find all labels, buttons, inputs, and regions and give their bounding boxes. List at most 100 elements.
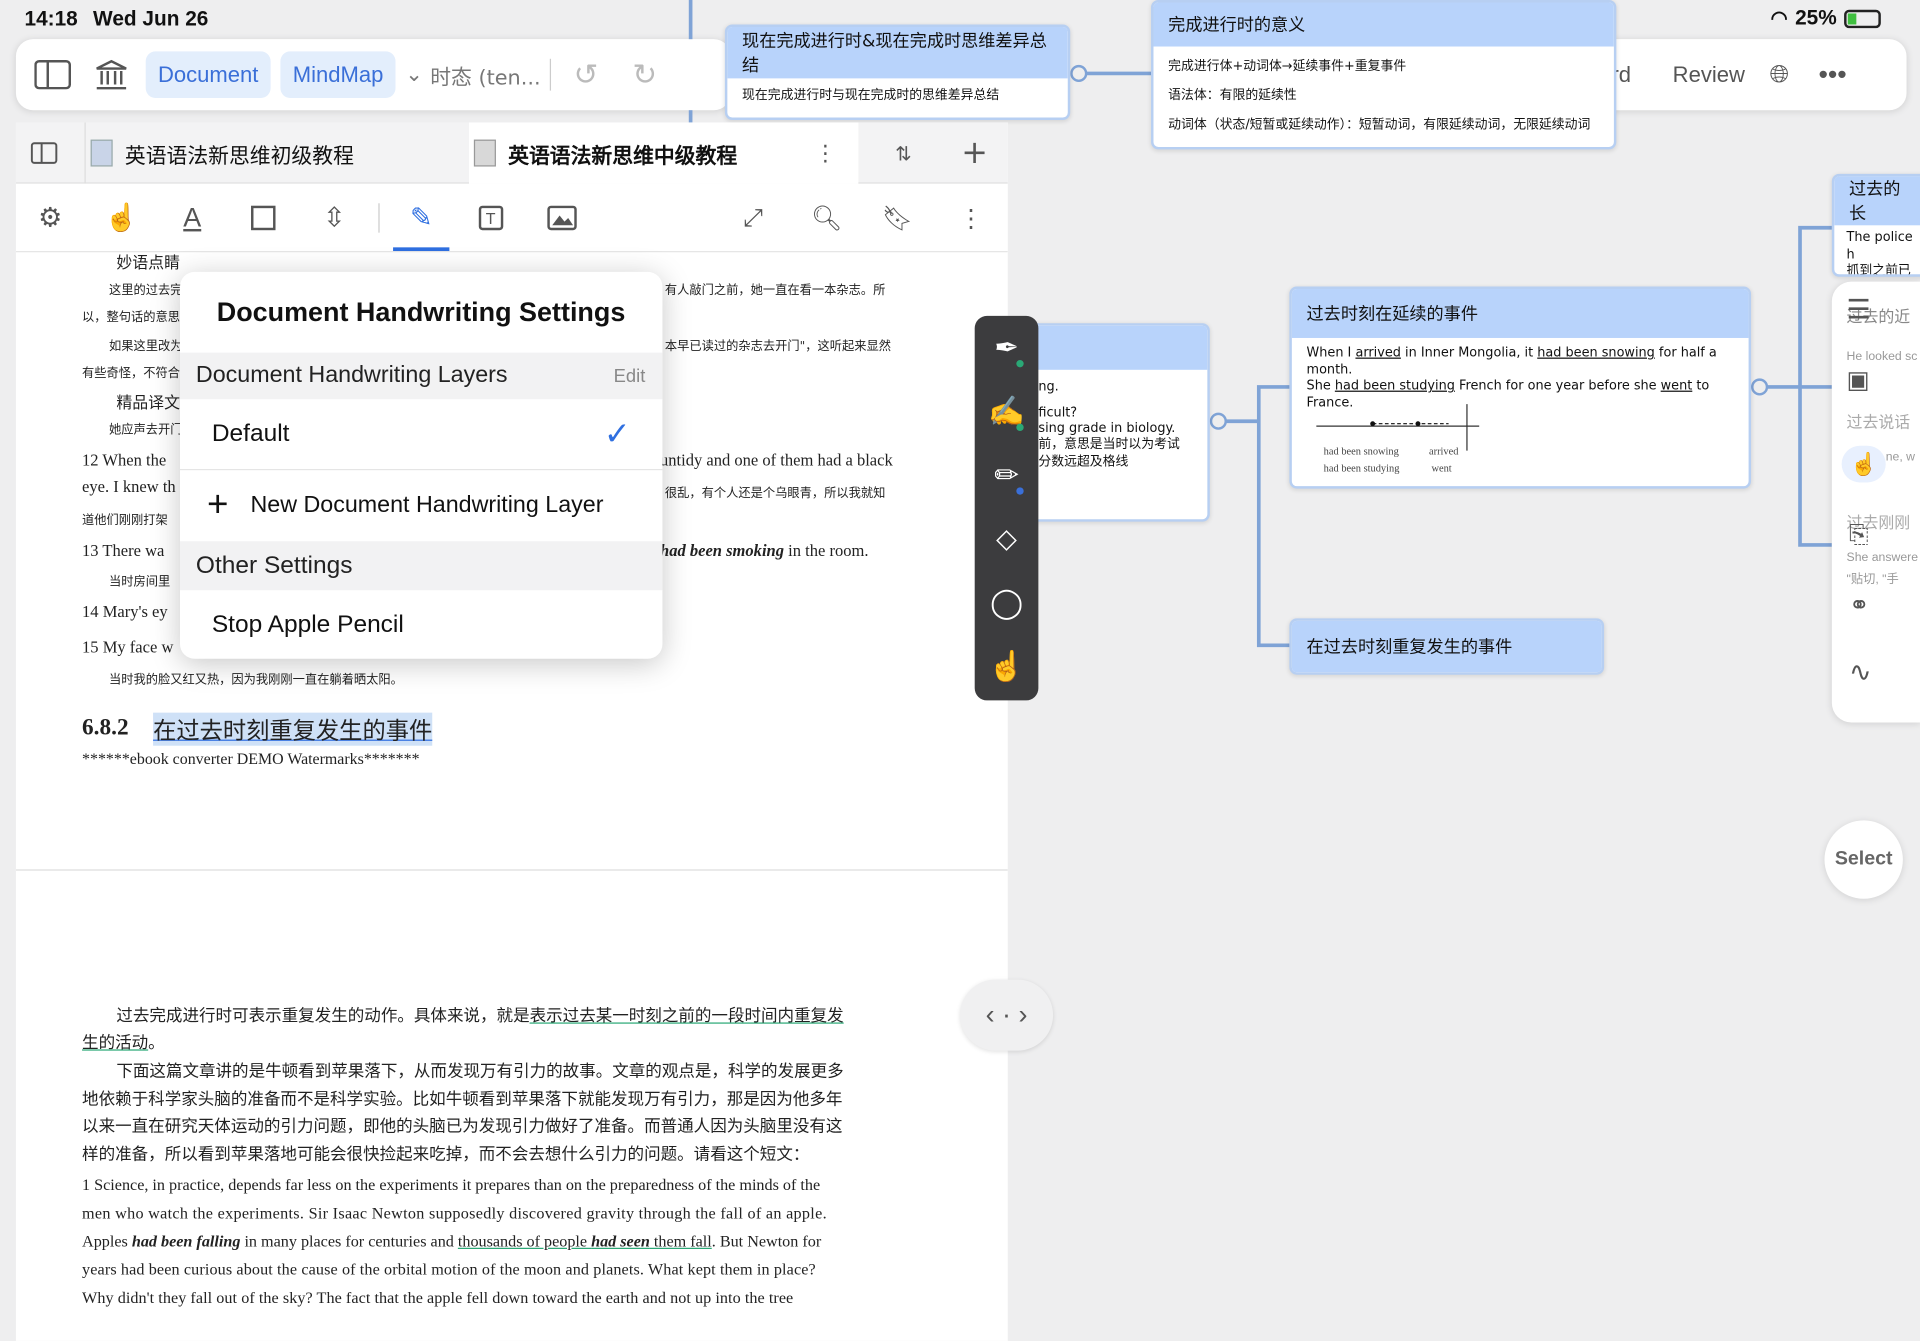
textbox-icon[interactable]: T xyxy=(469,196,513,240)
node-title: 过去的长 xyxy=(1834,176,1920,226)
right-tool-sidebar: 过去的近 He looked sc 过去说话 ne, w 过去刚刚 She an… xyxy=(1831,281,1920,723)
panel-resize-handle[interactable]: ‹ · › xyxy=(960,979,1054,1051)
tab-label: 英语语法新思维中级教程 xyxy=(508,143,738,169)
settings-gear-icon[interactable]: ⚙ xyxy=(28,196,72,240)
outline-icon[interactable]: ☰ xyxy=(1847,294,1871,326)
bookmark-icon[interactable]: 🔖︎ xyxy=(876,196,920,240)
fullscreen-icon[interactable]: ⤢ xyxy=(731,196,775,240)
node-line: 完成进行体+动词体→延续事件+重复事件 xyxy=(1168,58,1407,74)
diagram-label: arrived xyxy=(1428,444,1459,457)
text-line: 1 Science, in practice, depends far less… xyxy=(82,1175,821,1194)
more-vertical-icon[interactable]: ⋮ xyxy=(949,196,993,240)
section-title: 在过去时刻重复发生的事件 xyxy=(153,712,433,746)
text-line: 这里的过去完 xyxy=(108,284,183,298)
text-line: 当时我的脸又红又热，因为我刚刚一直在躺着晒太阳。 xyxy=(108,673,403,687)
node-line: 动词体（状态/短暂或延续动作）：短暂动词，有限延续动词，无限延续动词 xyxy=(1168,117,1591,133)
mindmap-node-partial[interactable]: ng. ficult? sing grade in biology. 前，意思是… xyxy=(1016,323,1210,522)
node-line: The police h xyxy=(1846,230,1913,262)
lasso-icon[interactable]: ◯ xyxy=(987,583,1026,622)
text-line: 道他们刚刚打架 xyxy=(82,514,168,528)
mindmap-node-summary[interactable]: 现在完成进行时&现在完成时思维差异总结 现在完成进行时与现在完成时的思维差异总结 xyxy=(724,24,1071,121)
node-title: 过去时刻在延续的事件 xyxy=(1291,288,1749,338)
tab-label: 英语语法新思维初级教程 xyxy=(124,143,354,169)
node-line: When I arrived in Inner Mongolia, it had… xyxy=(1306,345,1717,377)
pencil-icon[interactable]: ✎ xyxy=(399,196,443,240)
checkmark-icon: ✓ xyxy=(603,415,631,452)
touch-gesture-icon[interactable]: ☝ xyxy=(987,647,1026,686)
hand-tool-icon[interactable]: ☝ xyxy=(99,196,143,240)
select-button[interactable]: Select xyxy=(1824,820,1903,899)
tab-intermediate[interactable]: 英语语法新思维中级教程 ⋮ xyxy=(468,122,859,184)
text-line: men who watch the experiments. Sir Isaac… xyxy=(82,1203,827,1223)
document-tabs: 英语语法新思维初级教程 英语语法新思维中级教程 ⋮ ⇅ + xyxy=(15,122,1008,184)
text-line: 过去完成进行时可表示重复发生的动作。具体来说，就是表示过去某一时刻之前的一段时间… xyxy=(116,1006,844,1027)
sort-icon[interactable]: ⇅ xyxy=(895,122,924,183)
node-line: 抓到之前已经 xyxy=(1846,263,1911,277)
text-line: years had been curious about the cause o… xyxy=(82,1260,816,1279)
diagram-label: went xyxy=(1431,461,1452,474)
eraser-icon[interactable]: ◇ xyxy=(987,519,1026,558)
select-rect-icon[interactable] xyxy=(241,196,285,240)
text-line: Apples had been falling in many places f… xyxy=(82,1231,822,1251)
link-icon[interactable]: ⚭ xyxy=(1849,590,1870,621)
tab-more-icon[interactable]: ⋮ xyxy=(814,140,836,166)
text-line: 本早已读过的杂志去开门"，这听起来显然 xyxy=(664,340,891,354)
new-layer-button[interactable]: + New Document Handwriting Layer xyxy=(180,470,662,541)
text-line: 她应声去开门 xyxy=(108,423,183,438)
image-icon[interactable] xyxy=(540,196,584,240)
other-settings-header: Other Settings xyxy=(180,541,663,591)
node-title: 现在完成进行时&现在完成时思维差异总结 xyxy=(727,26,1068,79)
stop-apple-pencil-button[interactable]: Stop Apple Pencil xyxy=(180,590,662,659)
heading: 妙语点睛 xyxy=(116,254,181,274)
text-line: Why didn't they fall out of the sky? The… xyxy=(82,1288,794,1307)
mindmap-node-repeated[interactable]: 在过去时刻重复发生的事件 xyxy=(1289,618,1605,675)
text-line: 15 My face w xyxy=(82,637,174,657)
edit-button[interactable]: Edit xyxy=(614,366,646,387)
node-body: 现在完成进行时与现在完成时的思维差异总结 xyxy=(742,88,1000,103)
popup-section-header: Document Handwriting Layers Edit xyxy=(180,352,663,400)
crop-icon[interactable]: ⇳ xyxy=(312,196,356,240)
layer-default[interactable]: Default ✓ xyxy=(180,399,663,471)
text-line: 地依赖于科学家头脑的准备而不是科学实验。比如牛顿看到苹果落下就能发现万有引力，那… xyxy=(82,1089,843,1110)
split-view-icon[interactable] xyxy=(30,122,68,183)
new-layer-label: New Document Handwriting Layer xyxy=(250,492,604,518)
text-highlight-icon[interactable]: A xyxy=(170,196,214,240)
diagram-label: had been studying xyxy=(1323,461,1400,474)
text-line: 有些奇怪，不符合 xyxy=(82,367,181,381)
squiggle-icon[interactable]: ∿ xyxy=(1849,656,1872,688)
text-line: 样的准备，所以看到苹果落地可能会很快捡起来吃掉，而不会去想什么引力的问题。请看这… xyxy=(82,1144,810,1165)
text-line: had been smoking in the room. xyxy=(660,541,869,560)
diagram-label: had been snowing xyxy=(1323,444,1399,457)
handwriting-settings-popup: Document Handwriting Settings Document H… xyxy=(180,271,663,659)
node-line: 语法体：有限的延续性 xyxy=(1168,88,1297,104)
text-line: 14 Mary's ey xyxy=(82,602,168,621)
layer-label: Default xyxy=(211,420,290,447)
section-label: Document Handwriting Layers xyxy=(195,362,508,389)
node-line: sing grade in biology. xyxy=(1038,421,1176,437)
book-cover-icon xyxy=(90,139,113,167)
book-cover-icon xyxy=(473,139,496,167)
node-title: 完成进行时的意义 xyxy=(1153,2,1614,47)
page-divider xyxy=(15,869,1008,871)
text-line: 13 There wa xyxy=(82,541,165,560)
node-title: 在过去时刻重复发生的事件 xyxy=(1291,620,1602,673)
text-line: untidy and one of them had a black xyxy=(660,450,893,469)
search-document-icon[interactable]: 🔍︎ xyxy=(804,196,848,240)
section-number: 6.8.2 xyxy=(82,715,129,741)
mindmap-node-continuing[interactable]: 过去时刻在延续的事件 When I arrived in Inner Mongo… xyxy=(1289,286,1752,489)
text-line: 有人敲门之前，她一直在看一本杂志。所 xyxy=(664,284,886,298)
mindmap-node-meaning[interactable]: 完成进行时的意义 完成进行体+动词体→延续事件+重复事件 语法体：有限的延续性 … xyxy=(1151,0,1617,150)
document-toolbar: ⚙ ☝ A ⇳ ✎ T ⤢ 🔍︎ 🔖︎ ⋮ xyxy=(15,183,1008,253)
text-line: 如果这里改为 xyxy=(108,340,183,354)
text-line: 生的活动。 xyxy=(82,1033,165,1054)
layout-icon[interactable]: ▣ xyxy=(1847,365,1870,396)
node-line: 分数远超及格线 xyxy=(1038,453,1129,469)
paste-icon[interactable]: ⎘ xyxy=(1849,522,1869,550)
tab-beginner[interactable]: 英语语法新思维初级教程 xyxy=(84,122,464,184)
hand-pointer-icon[interactable]: ☝ xyxy=(1841,445,1886,483)
text-line: 下面这篇文章讲的是牛顿看到苹果落下，从而发现万有引力的故事。文章的观点是，科学的… xyxy=(116,1061,844,1082)
watermark-text: ******ebook converter DEMO Watermarks***… xyxy=(82,749,420,768)
side-text: She answere xyxy=(1846,551,1919,565)
add-tab-icon[interactable]: + xyxy=(961,122,990,183)
mindmap-node-long[interactable]: 过去的长 The police h 抓到之前已经 xyxy=(1831,173,1920,277)
